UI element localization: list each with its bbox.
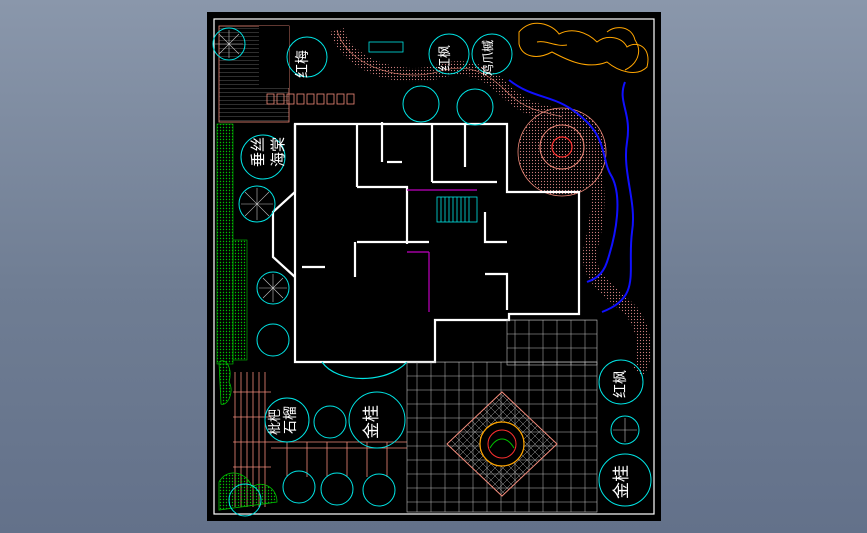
label-left-tree-b: 海棠 — [269, 137, 287, 167]
label-top-left-tree: 红梅 — [295, 50, 311, 78]
tree-bottom-e — [282, 470, 316, 504]
pergola-top — [368, 41, 404, 53]
terrace-hatch — [218, 25, 290, 123]
central-fountain — [479, 421, 525, 467]
label-top-center-tree-a: 红枫 — [437, 45, 453, 71]
patio-grid — [506, 319, 598, 366]
label-right-tree-top: 红枫 — [613, 370, 629, 398]
round-plaza — [517, 107, 607, 197]
tree-upper-a — [402, 85, 440, 123]
tree-upper-b — [456, 88, 494, 126]
cad-viewport[interactable]: 红梅 红枫 鸡爪槭 垂丝 海棠 石榴 枇杷 金桂 红枫 金桂 — [207, 12, 661, 521]
tree-bottom-b — [313, 405, 347, 439]
rockery — [518, 22, 649, 73]
shrub-belt — [216, 123, 234, 365]
tree-left-d — [256, 323, 290, 357]
glazing — [407, 189, 477, 312]
tree-bottom-g — [362, 473, 396, 507]
label-bottom-left-tree-a: 石榴 — [283, 406, 299, 434]
tree-bottom-f — [320, 472, 354, 506]
label-bottom-tree-center: 金桂 — [362, 405, 382, 439]
label-left-tree-a: 垂丝 — [249, 137, 267, 167]
stairs — [436, 196, 478, 223]
label-top-center-tree-b: 鸡爪槭 — [480, 40, 495, 76]
site-plan-drawing: 红梅 红枫 鸡爪槭 垂丝 海棠 石榴 枇杷 金桂 红枫 金桂 — [212, 18, 655, 517]
label-right-tree-bottom: 金桂 — [612, 465, 632, 499]
front-bay — [321, 361, 408, 379]
label-bottom-left-tree-b: 枇杷 — [268, 409, 283, 435]
